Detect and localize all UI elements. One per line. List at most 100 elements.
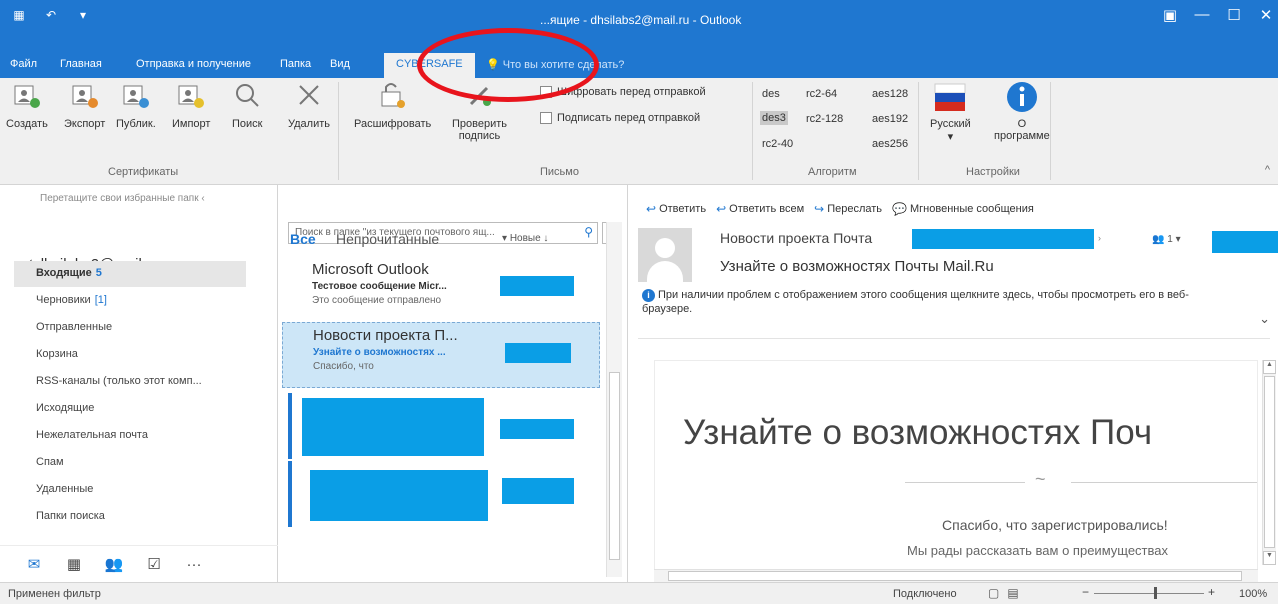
sender-name[interactable]: Новости проекта Почта — [720, 230, 872, 246]
list-scrollbar[interactable] — [606, 222, 622, 577]
search-cert-button[interactable]: Поиск — [232, 80, 262, 130]
forward-button[interactable]: ↪ Переслать — [814, 202, 882, 216]
title-bar: ▦ ↶ ▾ ...ящие - dhsilabs2@mail.ru - Outl… — [0, 0, 1278, 50]
algorithm-des[interactable]: des — [762, 88, 780, 100]
divider — [905, 482, 1025, 483]
folder-drafts[interactable]: Черновики [1] — [14, 288, 246, 314]
zoom-slider[interactable]: − + — [1082, 585, 1215, 600]
zoom-out-icon[interactable]: − — [1082, 585, 1089, 599]
sort-dropdown[interactable]: ▾ Новые ↓ — [502, 233, 548, 244]
filter-all[interactable]: Все — [290, 231, 316, 247]
verify-label-1: Проверить — [452, 118, 508, 130]
algorithm-rc2-64[interactable]: rc2-64 — [806, 88, 837, 100]
folder-pane: Перетащите свои избранные папк ‹ ◢ dhsil… — [0, 185, 278, 582]
calendar-icon[interactable]: ▦ — [64, 555, 84, 573]
close-icon[interactable]: ✕ — [1258, 6, 1274, 24]
folder-label: Входящие — [36, 267, 92, 279]
publish-cert-button[interactable]: Публик. — [116, 80, 156, 130]
scrollbar-thumb[interactable] — [668, 571, 1242, 581]
encrypt-before-send-checkbox[interactable]: Шифровать перед отправкой — [540, 86, 706, 98]
folder-rss[interactable]: RSS-каналы (только этот комп... — [14, 369, 246, 395]
app-icon[interactable]: ▦ — [10, 8, 28, 24]
sign-before-send-checkbox[interactable]: Подписать перед отправкой — [540, 112, 700, 124]
zoom-in-icon[interactable]: + — [1208, 585, 1215, 599]
expand-sender-icon[interactable]: › — [1098, 233, 1101, 243]
chevron-down-icon[interactable]: ⌄ — [1259, 311, 1270, 327]
algorithm-rc2-128[interactable]: rc2-128 — [806, 113, 843, 125]
body-more: Мы рады рассказать вам о преимуществах — [907, 543, 1168, 558]
list-item[interactable] — [282, 393, 600, 459]
create-cert-button[interactable]: Создать — [6, 80, 48, 130]
list-item-selected[interactable]: Новости проекта П... Узнайте о возможнос… — [282, 322, 600, 388]
reply-button[interactable]: ↩ Ответить — [646, 202, 706, 216]
info-bar[interactable]: i При наличии проблем с отображением этог… — [642, 288, 1222, 316]
reading-view-icon[interactable]: ▤ — [1007, 586, 1018, 600]
people-icon[interactable]: 👥 — [104, 555, 124, 573]
search-icon[interactable]: ⚲ — [584, 225, 593, 239]
filter-unread[interactable]: Непрочитанные — [336, 231, 439, 247]
minimize-icon[interactable]: — — [1194, 6, 1210, 24]
collapse-ribbon-icon[interactable]: ^ — [1265, 164, 1270, 176]
tab-view[interactable]: Вид — [330, 58, 350, 70]
ribbon-display-options-icon[interactable]: ▣ — [1162, 6, 1178, 24]
status-bar: Применен фильтр Подключено ▢ ▤ − + 100% — [0, 582, 1278, 604]
algorithm-aes256[interactable]: aes256 — [872, 138, 908, 150]
cert-import-icon — [178, 85, 205, 108]
ribbon-separator — [752, 82, 753, 180]
instant-message-button[interactable]: 💬 Мгновенные сообщения — [892, 202, 1034, 216]
decrypt-button[interactable]: Расшифровать — [354, 80, 431, 130]
import-cert-button[interactable]: Импорт — [172, 80, 210, 130]
tab-file[interactable]: Файл — [10, 58, 37, 70]
scroll-up-icon[interactable]: ▲ — [1263, 360, 1276, 374]
reply-all-label: Ответить всем — [729, 203, 805, 215]
body-vertical-scrollbar[interactable]: ▲ ▼ — [1262, 360, 1276, 565]
collapse-pane-icon[interactable]: ‹ — [201, 193, 204, 204]
folder-outbox[interactable]: Исходящие — [14, 396, 246, 422]
reply-all-button[interactable]: ↩ Ответить всем — [716, 202, 804, 216]
algorithm-aes128[interactable]: aes128 — [872, 88, 908, 100]
more-icon[interactable]: ··· — [184, 556, 204, 573]
maximize-icon[interactable]: ☐ — [1226, 6, 1242, 24]
folder-spam[interactable]: Спам — [14, 450, 246, 476]
folder-junk[interactable]: Нежелательная почта — [14, 423, 246, 449]
verify-signature-button[interactable]: Проверить подпись — [452, 80, 507, 142]
unread-count: 5 — [95, 267, 102, 279]
folder-deleted[interactable]: Удаленные — [14, 477, 246, 503]
undo-icon[interactable]: ↶ — [42, 8, 60, 24]
people-count[interactable]: 👥 1 ▾ — [1152, 234, 1181, 245]
tell-me-box[interactable]: 💡 Что вы хотите сделать? — [486, 58, 624, 71]
algorithm-des3[interactable]: des3 — [760, 111, 788, 125]
forward-label: Переслать — [827, 203, 883, 215]
mail-icon[interactable]: ✉ — [24, 555, 44, 573]
redaction-box — [502, 478, 574, 504]
folder-trash[interactable]: Корзина — [14, 342, 246, 368]
zoom-level[interactable]: 100% — [1239, 588, 1267, 600]
avatar — [638, 228, 692, 282]
delete-x-icon — [299, 85, 319, 105]
scroll-down-icon[interactable]: ▼ — [1263, 551, 1276, 565]
algorithm-rc2-40[interactable]: rc2-40 — [762, 138, 793, 150]
folder-label: Черновики — [36, 294, 91, 306]
tab-folder[interactable]: Папка — [280, 58, 311, 70]
tab-cybersafe[interactable]: CYBERSAFE — [384, 53, 475, 78]
export-cert-button[interactable]: Экспорт — [64, 80, 105, 130]
tab-home[interactable]: Главная — [60, 58, 102, 70]
tasks-icon[interactable]: ☑ — [144, 555, 164, 573]
list-item[interactable] — [282, 461, 600, 527]
algorithm-aes192[interactable]: aes192 — [872, 113, 908, 125]
zoom-knob[interactable] — [1154, 587, 1157, 599]
delete-cert-button[interactable]: Удалить — [288, 80, 330, 130]
body-horizontal-scrollbar[interactable] — [654, 569, 1258, 582]
about-button[interactable]: О программе — [994, 80, 1050, 142]
scrollbar-thumb[interactable] — [609, 372, 620, 560]
tab-send-receive[interactable]: Отправка и получение — [136, 58, 251, 70]
scrollbar-thumb[interactable] — [1264, 376, 1275, 548]
folder-sent[interactable]: Отправленные — [14, 315, 246, 341]
normal-view-icon[interactable]: ▢ — [988, 586, 999, 600]
language-button[interactable]: Русский ▾ — [930, 80, 971, 143]
folder-inbox[interactable]: Входящие 5 — [14, 261, 246, 287]
qat-dropdown-icon[interactable]: ▾ — [74, 8, 92, 24]
search-input[interactable]: Поиск в папке "из текущего почтового ящ.… — [288, 222, 598, 244]
list-item[interactable]: Microsoft Outlook Тестовое сообщение Mic… — [282, 257, 600, 323]
folder-search-folders[interactable]: Папки поиска — [14, 504, 246, 530]
